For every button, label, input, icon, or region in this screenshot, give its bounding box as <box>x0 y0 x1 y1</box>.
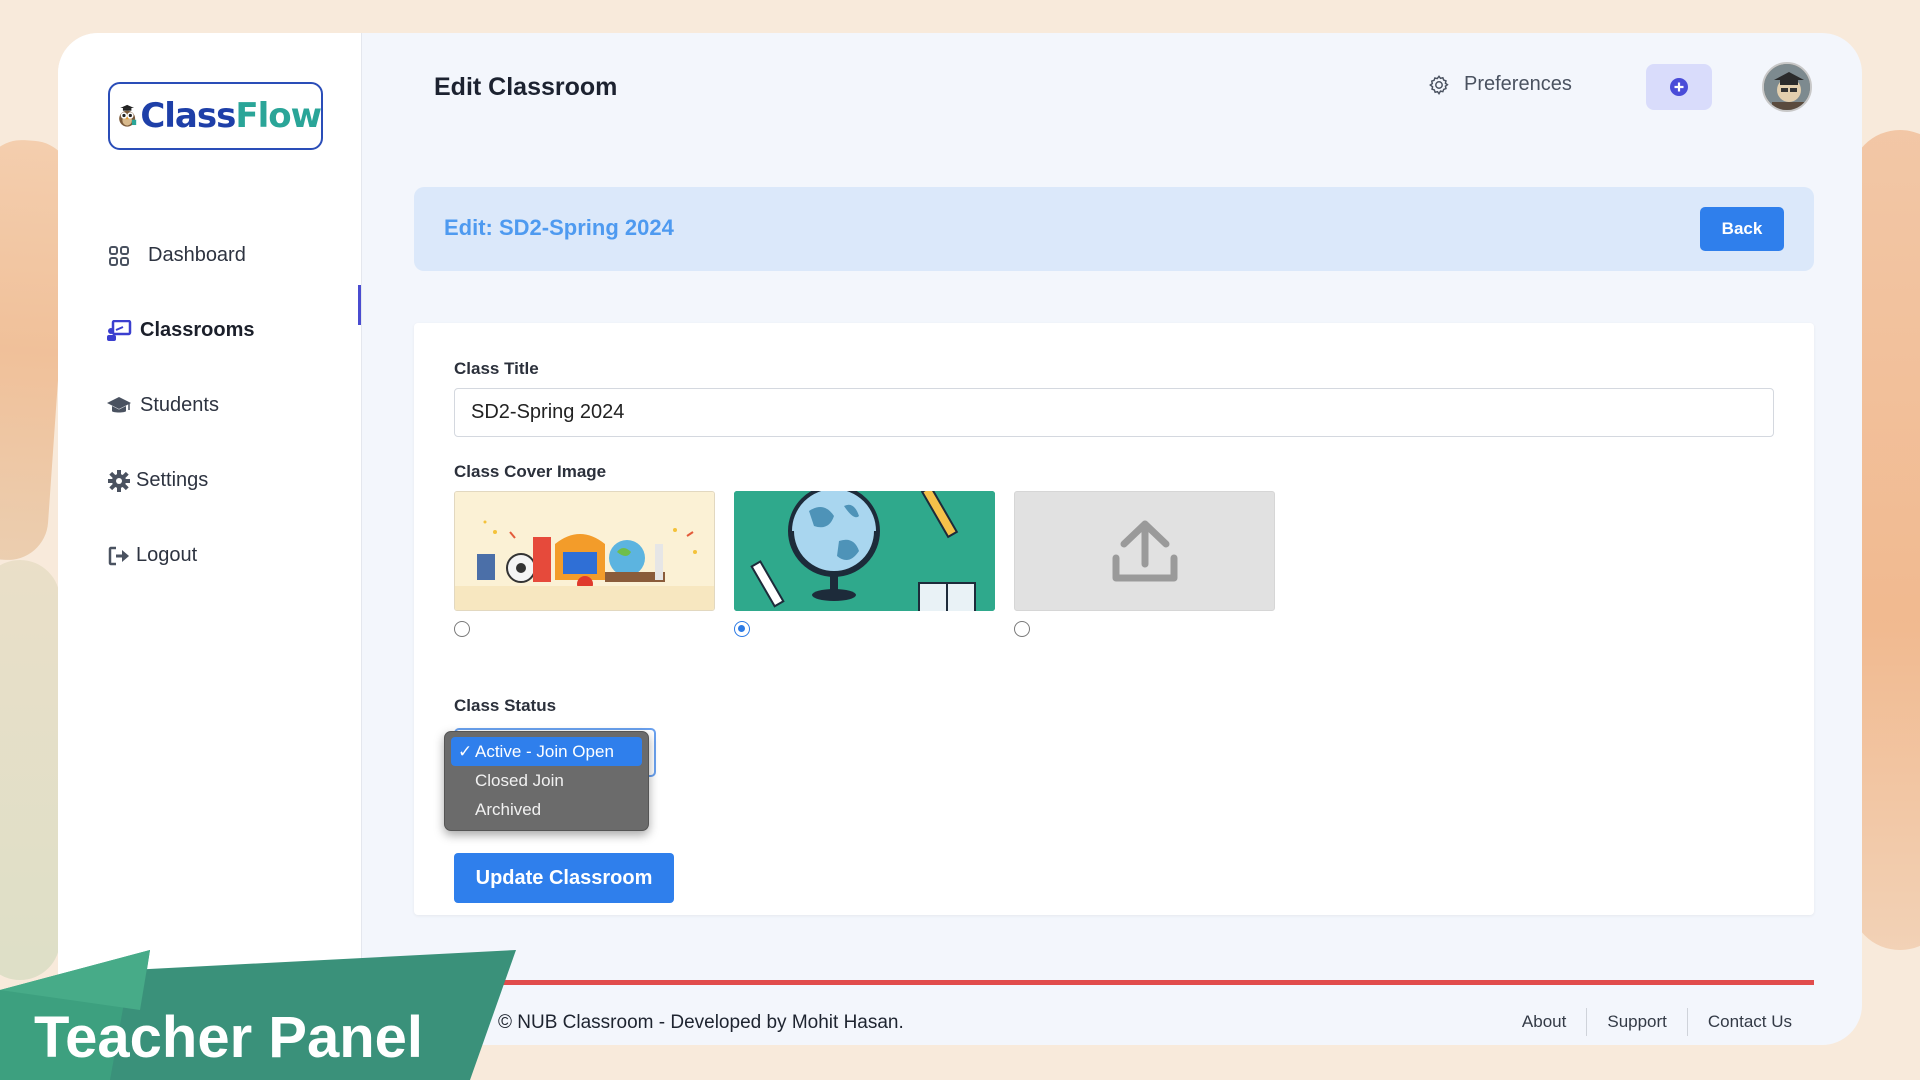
logout-icon <box>106 543 132 569</box>
owl-icon <box>119 104 137 127</box>
preferences-button[interactable]: Preferences <box>1428 73 1572 96</box>
banner-title: Edit: SD2-Spring 2024 <box>444 215 674 240</box>
background-decoration <box>0 560 60 980</box>
status-option-active[interactable]: ✓ Active - Join Open <box>451 737 642 766</box>
back-button[interactable]: Back <box>1700 207 1784 251</box>
sidebar-item-students[interactable]: Students <box>106 368 366 443</box>
logo-text: ClassFlow <box>140 96 322 136</box>
update-classroom-button[interactable]: Update Classroom <box>454 853 674 903</box>
sidebar-item-label: Classrooms <box>140 319 255 341</box>
footer-link-contact[interactable]: Contact Us <box>1688 1008 1812 1036</box>
active-indicator <box>358 285 361 325</box>
footer-copyright: © NUB Classroom - Developed by Mohit Has… <box>498 1012 904 1033</box>
cover-radio-2[interactable] <box>734 621 750 637</box>
avatar[interactable] <box>1762 62 1812 112</box>
globe-image <box>734 491 995 611</box>
add-button[interactable] <box>1646 64 1712 110</box>
school-supplies-image <box>455 492 714 610</box>
user-avatar-image <box>1764 64 1810 110</box>
status-dropdown-menu: ✓ Active - Join Open Closed Join Archive… <box>444 731 649 831</box>
status-option-archived[interactable]: Archived <box>451 795 642 824</box>
teacher-panel-label: Teacher Panel <box>34 1005 424 1070</box>
footer-divider <box>498 980 1814 985</box>
graduation-cap-icon <box>106 393 132 419</box>
upload-icon <box>1112 520 1177 582</box>
cover-option-upload[interactable] <box>1014 491 1275 611</box>
option-label: Active - Join Open <box>475 742 614 761</box>
cover-radio-3[interactable] <box>1014 621 1030 637</box>
option-label: Archived <box>475 800 542 819</box>
gear-icon <box>106 468 132 494</box>
plus-circle-icon <box>1670 78 1688 96</box>
sidebar-item-dashboard[interactable]: Dashboard <box>106 218 366 293</box>
sidebar-item-label: Students <box>140 394 219 416</box>
sidebar-item-label: Logout <box>136 544 198 566</box>
page-title: Edit Classroom <box>434 73 618 101</box>
sidebar-item-label: Settings <box>136 469 209 491</box>
edit-banner: Edit: SD2-Spring 2024 Back <box>414 187 1814 271</box>
class-cover-label: Class Cover Image <box>454 462 607 481</box>
grid-icon <box>106 243 132 269</box>
sidebar-item-classrooms[interactable]: Classrooms <box>106 293 366 368</box>
sidebar-item-label: Dashboard <box>148 244 246 266</box>
option-label: Closed Join <box>475 771 564 790</box>
class-title-input[interactable] <box>454 388 1774 437</box>
sidebar: ClassFlow Dashboard Classrooms Students <box>58 33 362 1045</box>
class-status-label: Class Status <box>454 696 557 715</box>
sidebar-item-settings[interactable]: Settings <box>106 443 366 518</box>
sidebar-nav: Dashboard Classrooms Students Settings L… <box>106 218 366 593</box>
sidebar-item-logout[interactable]: Logout <box>106 518 366 593</box>
cover-option-school-supplies[interactable] <box>454 491 715 611</box>
footer-link-about[interactable]: About <box>1502 1008 1586 1036</box>
edit-form-card: Class Title Class Cover Image <box>414 323 1814 915</box>
footer-link-support[interactable]: Support <box>1587 1008 1687 1036</box>
cover-radio-1[interactable] <box>454 621 470 637</box>
classroom-icon <box>106 318 132 344</box>
cover-option-globe[interactable] <box>734 491 995 611</box>
footer-links: About Support Contact Us <box>1502 1008 1812 1036</box>
gear-outline-icon <box>1428 74 1450 96</box>
app-window: ClassFlow Dashboard Classrooms Students <box>58 33 1862 1045</box>
checkmark-icon: ✓ <box>458 742 473 761</box>
preferences-label: Preferences <box>1464 73 1572 95</box>
class-title-label: Class Title <box>454 359 539 378</box>
status-option-closed[interactable]: Closed Join <box>451 766 642 795</box>
app-logo[interactable]: ClassFlow <box>108 82 323 150</box>
